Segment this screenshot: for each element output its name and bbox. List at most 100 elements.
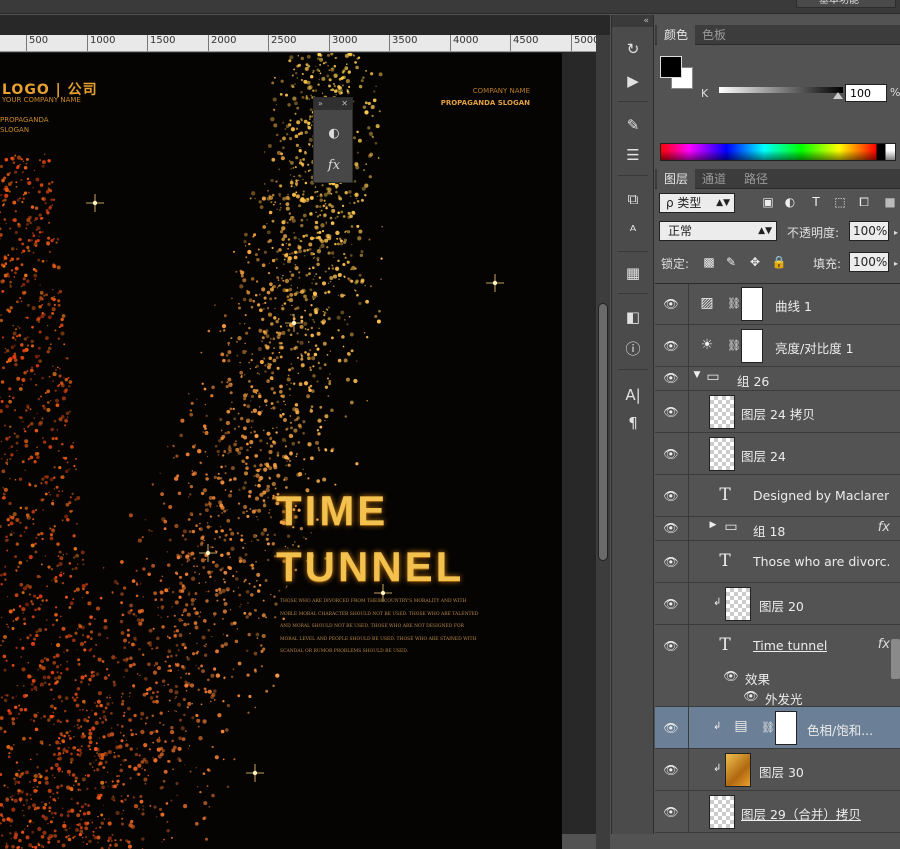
- fx-icon[interactable]: fx: [878, 520, 890, 535]
- fx-icon[interactable]: fx: [878, 637, 890, 652]
- particle: [3, 730, 7, 734]
- type-filter-icon[interactable]: T: [807, 193, 825, 211]
- effect-visibility-eye-icon[interactable]: 👁: [743, 689, 759, 703]
- tab-color[interactable]: 颜色: [657, 25, 696, 45]
- effects-row[interactable]: 👁 效果: [655, 667, 900, 687]
- particle: [82, 709, 84, 711]
- visibility-eye-icon[interactable]: 👁: [663, 763, 679, 777]
- particle: [239, 361, 241, 364]
- lock-pixels-icon[interactable]: ✎: [723, 254, 739, 270]
- layers-list[interactable]: 👁 ▨ ⛓ 曲线 1 👁 ☀ ⛓ 亮度/对比度 1 👁 ▼ ▭ 组 26 👁 图…: [655, 283, 900, 834]
- visibility-eye-icon[interactable]: 👁: [663, 297, 679, 311]
- history-icon[interactable]: ↻: [620, 37, 646, 61]
- layer-kind-filter[interactable]: ρ 类型 ▲▼: [659, 193, 735, 213]
- layer-row[interactable]: 👁 图层 24: [655, 433, 900, 475]
- visibility-eye-icon[interactable]: 👁: [663, 521, 679, 535]
- layer-mask-thumbnail[interactable]: [741, 287, 763, 321]
- visibility-eye-icon[interactable]: 👁: [663, 405, 679, 419]
- visibility-eye-icon[interactable]: 👁: [663, 805, 679, 819]
- visibility-eye-icon[interactable]: 👁: [663, 371, 679, 385]
- tab-layers[interactable]: 图层: [657, 169, 696, 189]
- floating-panel-header[interactable]: » ✕: [314, 98, 352, 110]
- particle: [240, 416, 244, 421]
- particle: [33, 685, 38, 690]
- filter-toggle-icon[interactable]: ■: [881, 193, 899, 211]
- lock-position-icon[interactable]: ✥: [747, 254, 763, 270]
- brush-preset-icon[interactable]: ✎: [620, 113, 646, 137]
- layer-row[interactable]: 👁 ☀ ⛓ 亮度/对比度 1: [655, 325, 900, 367]
- image-filter-icon[interactable]: ▣: [759, 193, 777, 211]
- layer-row[interactable]: 👁 图层 29（合并）拷贝: [655, 791, 900, 833]
- layer-thumbnail[interactable]: [709, 395, 735, 429]
- paragraph-icon[interactable]: ¶: [620, 411, 646, 435]
- particle: [196, 398, 198, 400]
- visibility-eye-icon[interactable]: 👁: [663, 447, 679, 461]
- layer-mask-thumbnail[interactable]: [741, 329, 763, 363]
- k-value-field[interactable]: 100: [845, 84, 887, 102]
- tab-channels[interactable]: 通道: [695, 169, 733, 189]
- cube-icon[interactable]: ◧: [620, 305, 646, 329]
- visibility-eye-icon[interactable]: 👁: [663, 721, 679, 735]
- layer-row[interactable]: 👁 T Designed by Maclaren...: [655, 475, 900, 517]
- color-spectrum-bar[interactable]: [660, 143, 896, 161]
- clone-source-icon[interactable]: ⧉: [620, 187, 646, 211]
- particle: [354, 192, 359, 197]
- layers-scrollbar-thumb[interactable]: [891, 639, 900, 679]
- tab-paths[interactable]: 路径: [737, 169, 775, 189]
- adjustment-filter-icon[interactable]: ◐: [781, 193, 799, 211]
- poster-canvas[interactable]: LOGO | 公司 YOUR COMPANY NAME PROPAGANDA S…: [0, 53, 562, 849]
- tab-swatches[interactable]: 色板: [695, 25, 733, 45]
- effect-item-row[interactable]: 👁 外发光: [655, 687, 900, 707]
- info-icon[interactable]: ⓘ: [620, 337, 646, 361]
- visibility-eye-icon[interactable]: 👁: [663, 339, 679, 353]
- visibility-eye-icon[interactable]: 👁: [663, 489, 679, 503]
- effect-visibility-eye-icon[interactable]: 👁: [723, 669, 739, 683]
- play-icon[interactable]: ▶: [620, 69, 646, 93]
- horizontal-ruler[interactable]: 500 1000 1500 2000 2500 3000 3500 4000 4…: [0, 35, 596, 52]
- visibility-eye-icon[interactable]: 👁: [663, 555, 679, 569]
- layer-group-row[interactable]: 👁 ▶ ▭ 组 18 fx: [655, 517, 900, 541]
- panel-expand-icon[interactable]: »: [318, 99, 323, 108]
- foreground-color-swatch[interactable]: [660, 56, 682, 78]
- layer-thumbnail[interactable]: [725, 587, 751, 621]
- blend-mode-select[interactable]: 正常 ▲▼: [659, 221, 777, 241]
- character-style-icon[interactable]: ᴬ: [620, 219, 646, 243]
- lock-transparent-icon[interactable]: ▩: [701, 254, 717, 270]
- visibility-eye-icon[interactable]: 👁: [663, 639, 679, 653]
- scrollbar-thumb[interactable]: [598, 303, 608, 561]
- 3d-icon[interactable]: ▦: [620, 261, 646, 285]
- fill-field[interactable]: 100% ▸: [849, 252, 898, 272]
- k-channel-slider[interactable]: [719, 87, 843, 99]
- layer-row[interactable]: 👁 ↲ 图层 20: [655, 583, 900, 625]
- layer-thumbnail[interactable]: [709, 437, 735, 471]
- layer-group-row[interactable]: 👁 ▼ ▭ 组 26: [655, 367, 900, 391]
- layer-row[interactable]: 👁 T Time tunnel fx: [655, 625, 900, 667]
- layer-thumbnail[interactable]: [709, 795, 735, 829]
- particle: [237, 306, 242, 310]
- layer-mask-thumbnail[interactable]: [775, 711, 797, 745]
- adjustment-icon[interactable]: ◐: [324, 124, 344, 144]
- group-collapsed-chevron-icon[interactable]: ▶: [703, 520, 723, 530]
- slider-knob-icon[interactable]: [833, 92, 843, 99]
- particle: [266, 464, 270, 468]
- character-icon[interactable]: A|: [620, 383, 646, 407]
- lock-all-icon[interactable]: 🔒: [771, 254, 787, 270]
- layer-row[interactable]: 👁 T Those who are divorc...: [655, 541, 900, 583]
- layer-thumbnail[interactable]: [725, 753, 751, 787]
- layer-row[interactable]: 👁 ▨ ⛓ 曲线 1: [655, 284, 900, 325]
- particle: [64, 514, 69, 519]
- shape-filter-icon[interactable]: ⬚: [831, 193, 849, 211]
- vertical-scrollbar[interactable]: [596, 35, 610, 849]
- opacity-field[interactable]: 100% ▸: [849, 221, 898, 241]
- layer-row[interactable]: 👁 图层 24 拷贝: [655, 391, 900, 433]
- fx-icon[interactable]: fx: [324, 156, 344, 176]
- close-icon[interactable]: ✕: [341, 98, 348, 110]
- visibility-eye-icon[interactable]: 👁: [663, 597, 679, 611]
- workspace-switcher[interactable]: 基本功能: [796, 0, 896, 8]
- layer-row[interactable]: 👁 ↲ 图层 30: [655, 749, 900, 791]
- adjust-sliders-icon[interactable]: ☰: [620, 143, 646, 167]
- smart-object-filter-icon[interactable]: ⧠: [855, 193, 873, 211]
- collapse-panels-icon[interactable]: «: [612, 15, 653, 27]
- layer-row-selected[interactable]: 👁 ↲ ▤ ⛓ 色相/饱和...: [655, 707, 900, 749]
- floating-mini-panel[interactable]: » ✕ ◐ fx: [313, 97, 353, 183]
